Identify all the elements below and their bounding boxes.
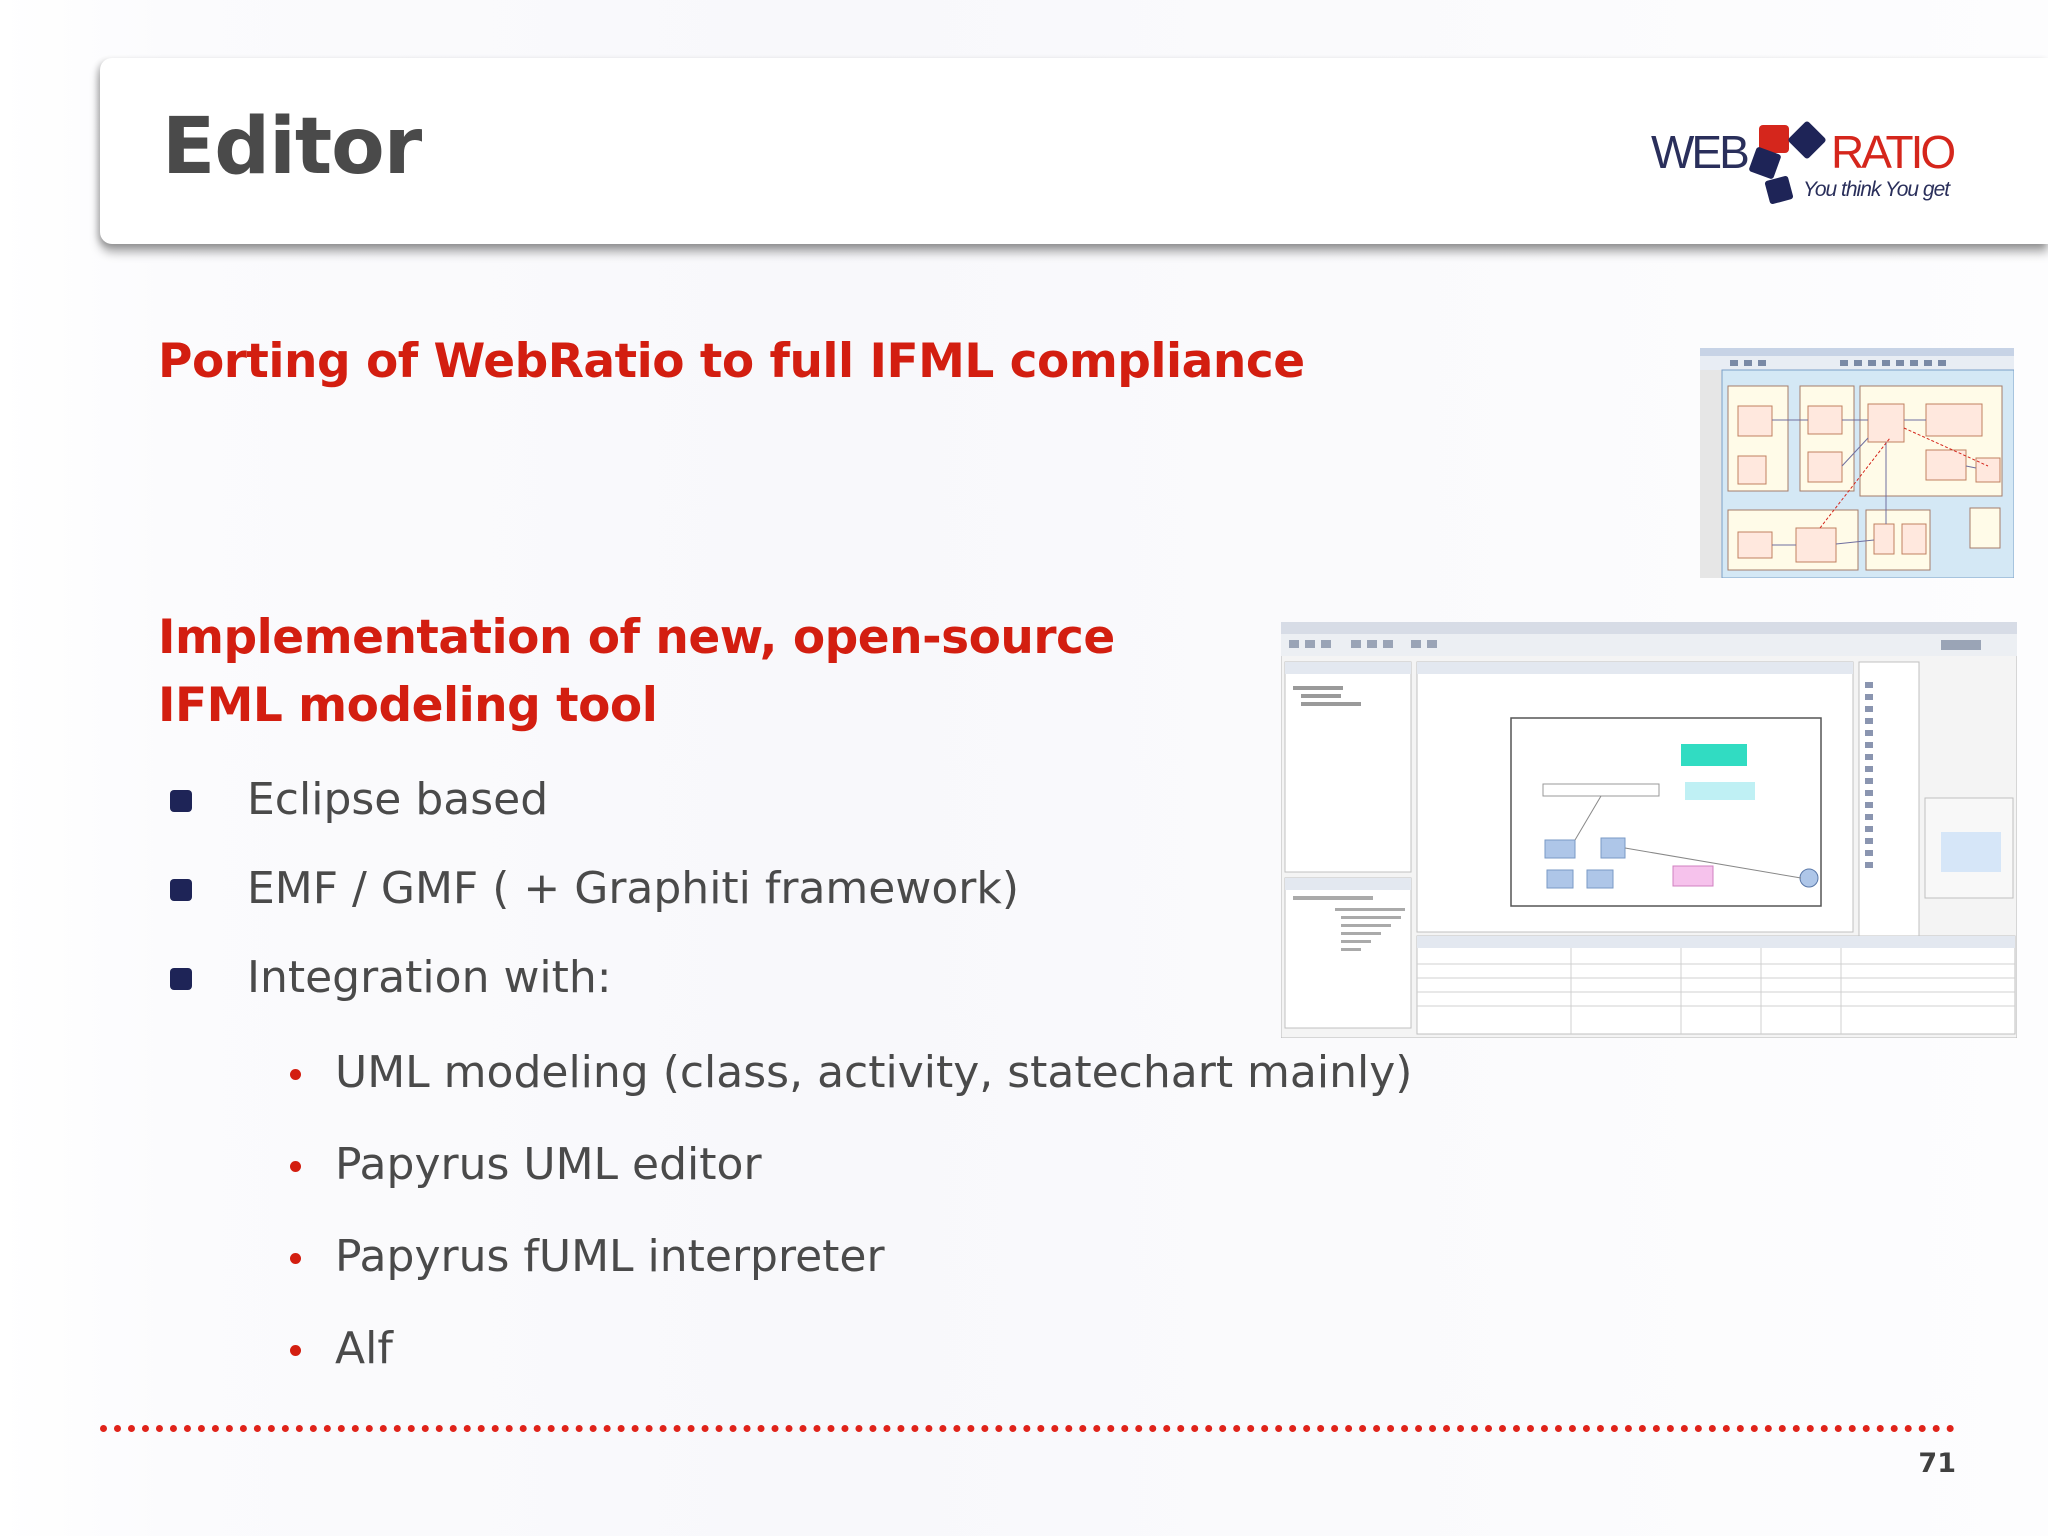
bullet-dot-icon — [290, 1161, 301, 1172]
logo-text-web: WEB — [1651, 126, 1750, 178]
bullet-dot-icon — [290, 1253, 301, 1264]
bullet-square-icon — [170, 968, 192, 990]
bullet-square-icon — [170, 879, 192, 901]
bullet-emf-gmf: EMF / GMF ( + Graphiti framework) — [247, 863, 1019, 914]
webratio-logo: WEB RATIO You think You get — [1645, 118, 1975, 208]
logo-text-ratio: RATIO — [1831, 126, 1956, 178]
bullet-eclipse-based: Eclipse based — [247, 774, 549, 825]
section2-heading-line1: Implementation of new, open-source — [158, 610, 1115, 665]
section2-heading-line2: IFML modeling tool — [158, 678, 658, 733]
logo-tagline: You think You get — [1803, 178, 1950, 201]
bullet-dot-icon — [290, 1345, 301, 1356]
bullet-dot-icon — [290, 1069, 301, 1080]
sub-bullet-papyrus-fuml: Papyrus fUML interpreter — [335, 1231, 885, 1282]
footer-divider — [100, 1425, 1955, 1432]
sub-bullet-uml-modeling: UML modeling (class, activity, statechar… — [335, 1047, 1413, 1098]
section1-heading: Porting of WebRatio to full IFML complia… — [158, 334, 1305, 389]
webratio-editor-screenshot — [1700, 348, 2014, 578]
sub-bullet-alf: Alf — [335, 1323, 393, 1374]
slide-title: Editor — [162, 102, 422, 192]
page-number: 71 — [1918, 1448, 1956, 1479]
bullet-integration: Integration with: — [247, 952, 612, 1003]
sub-bullet-papyrus-uml: Papyrus UML editor — [335, 1139, 762, 1190]
section2-heading: Implementation of new, open-source IFML … — [158, 604, 1158, 740]
ifml-eclipse-tool-screenshot — [1281, 622, 2017, 1038]
bullet-square-icon — [170, 790, 192, 812]
